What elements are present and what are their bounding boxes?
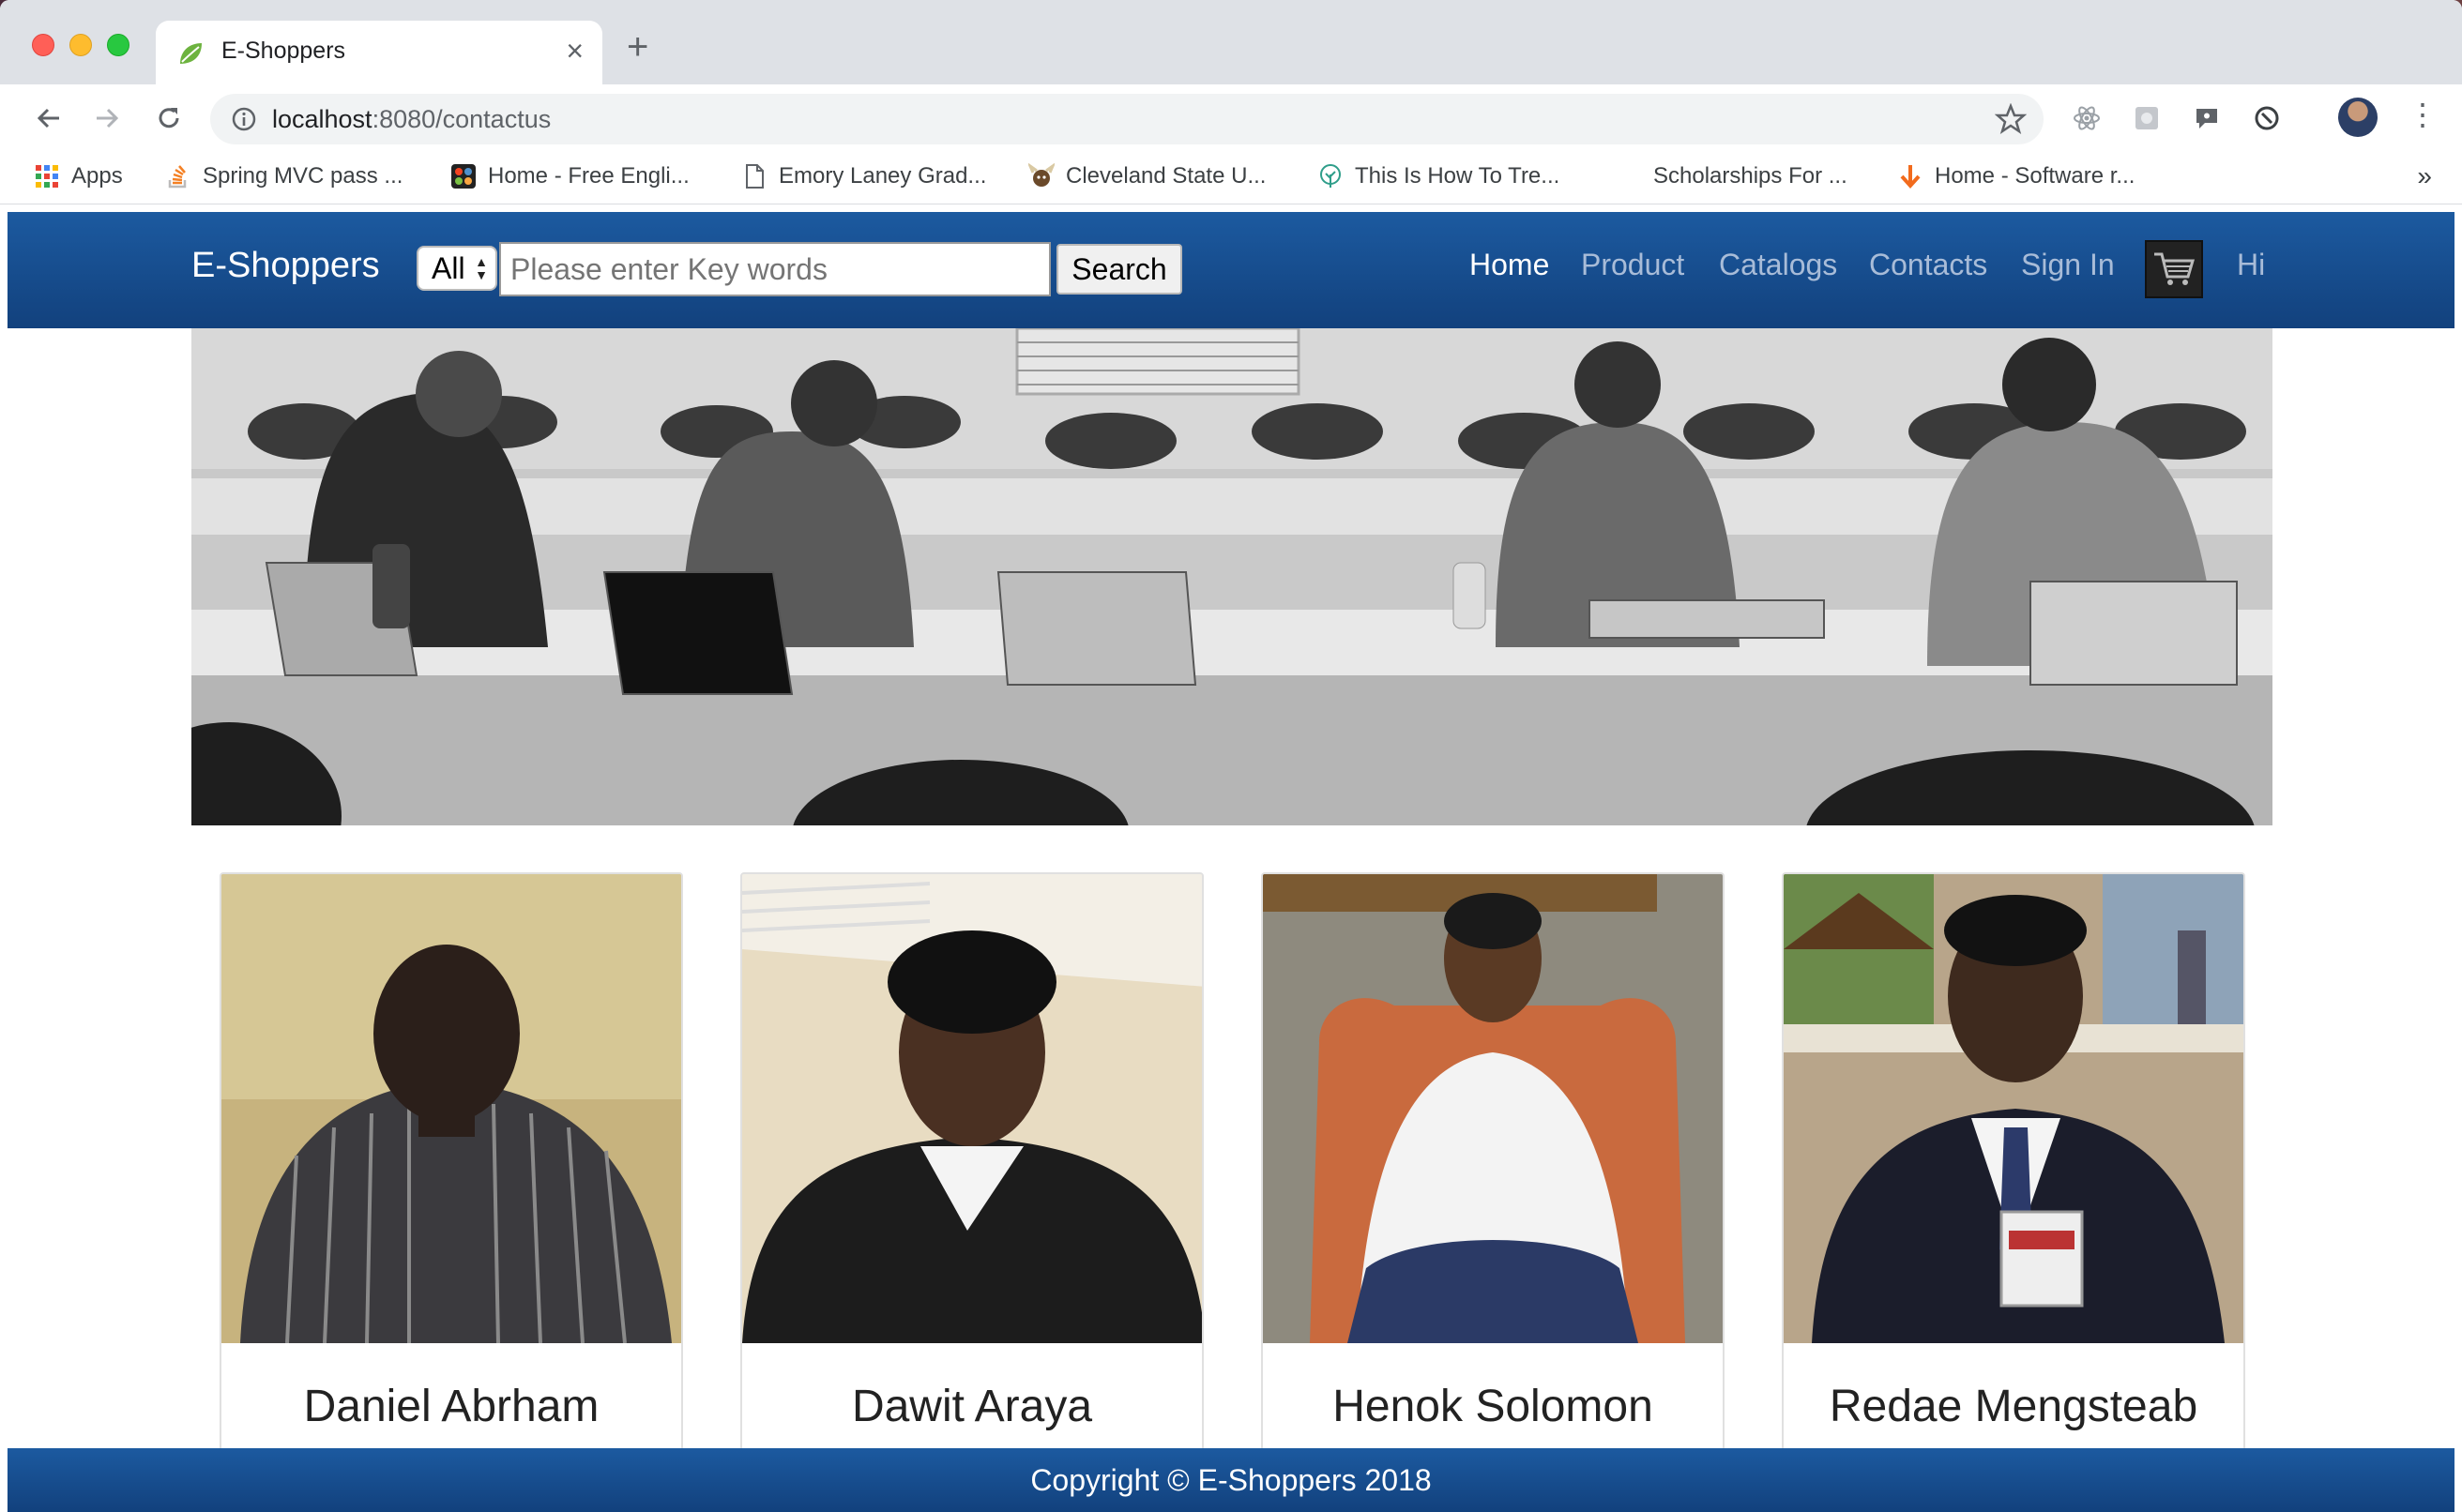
- stackoverflow-icon: [168, 165, 187, 189]
- team-classroom-photo: [191, 328, 2272, 825]
- reload-button[interactable]: [146, 96, 191, 141]
- reload-icon: [159, 108, 179, 129]
- tree-icon: [1320, 164, 1341, 188]
- brand-logo[interactable]: E-Shoppers: [191, 246, 380, 286]
- extension-puzzle-icon[interactable]: [2130, 101, 2164, 135]
- bookmark-label: Apps: [71, 163, 123, 189]
- profile-avatar[interactable]: [2338, 98, 2378, 137]
- minimize-window-button[interactable]: [69, 34, 92, 56]
- category-selected: All: [432, 251, 465, 285]
- bookmark-label: Scholarships For ...: [1653, 163, 1847, 189]
- viking-icon: [1028, 163, 1055, 187]
- bookmark-apps[interactable]: Apps: [34, 163, 123, 189]
- search-input[interactable]: [499, 242, 1051, 296]
- bookmark-star-icon[interactable]: [1995, 103, 2027, 135]
- shopping-cart-icon: [2154, 252, 2196, 285]
- close-tab-icon[interactable]: ×: [566, 34, 584, 68]
- browser-menu-icon[interactable]: ⋮: [2408, 99, 2438, 129]
- forward-button[interactable]: [84, 96, 129, 141]
- browser-toolbar: localhost:8080/contactus ⋮: [0, 84, 2462, 152]
- tab-strip: E-Shoppers × +: [0, 0, 2462, 84]
- new-tab-button[interactable]: +: [627, 28, 648, 66]
- member-photo: [1263, 874, 1723, 1343]
- category-select[interactable]: All ▲ ▼: [417, 246, 497, 291]
- joomla-icon: [451, 164, 476, 189]
- cart-button[interactable]: [2145, 240, 2203, 298]
- url-text[interactable]: localhost:8080/contactus: [272, 105, 551, 134]
- document-icon: [746, 164, 764, 189]
- nav-link-contacts[interactable]: Contacts: [1869, 248, 1987, 282]
- bookmark-emory-laney[interactable]: Emory Laney Grad...: [741, 163, 986, 189]
- member-photo: [742, 874, 1202, 1343]
- chat-extension-icon[interactable]: [2190, 101, 2224, 135]
- search-button[interactable]: Search: [1056, 244, 1182, 295]
- member-name: Henok Solomon: [1332, 1382, 1653, 1431]
- tab-e-shoppers[interactable]: E-Shoppers ×: [156, 21, 602, 84]
- team-card: Dawit Araya: [740, 872, 1204, 1512]
- bookmark-label: Cleveland State U...: [1066, 163, 1267, 189]
- forward-arrow-icon: [97, 108, 119, 129]
- bookmark-label: Spring MVC pass ...: [203, 163, 403, 189]
- nav-link-product[interactable]: Product: [1581, 248, 1684, 282]
- team-cards: Daniel Abrham Dawit Araya Henok Solomon …: [220, 872, 2284, 1512]
- nav-link-home[interactable]: Home: [1469, 248, 1549, 282]
- bookmark-cleveland-state[interactable]: Cleveland State U...: [1028, 163, 1266, 189]
- team-card: Redae Mengsteab: [1782, 872, 2245, 1512]
- react-devtools-icon[interactable]: [2070, 101, 2104, 135]
- close-window-button[interactable]: [32, 34, 54, 56]
- select-arrows-icon: ▲ ▼: [475, 254, 488, 282]
- maximize-window-button[interactable]: [107, 34, 129, 56]
- back-arrow-icon: [37, 108, 59, 129]
- address-bar[interactable]: localhost:8080/contactus: [210, 94, 2044, 144]
- info-icon[interactable]: [231, 106, 257, 132]
- team-card: Daniel Abrham: [220, 872, 683, 1512]
- member-name: Dawit Araya: [851, 1382, 1093, 1431]
- more-bookmarks-icon[interactable]: »: [2417, 161, 2432, 191]
- copyright-text: Copyright © E-Shoppers 2018: [1030, 1463, 1432, 1497]
- spring-leaf-icon: [180, 43, 202, 64]
- bookmarks-bar: Apps Spring MVC pass ... Home - Free Eng…: [0, 152, 2462, 204]
- sync-extension-icon[interactable]: [2250, 101, 2284, 135]
- team-photo-banner: [191, 328, 2272, 825]
- bookmark-home-software[interactable]: Home - Software r...: [1897, 163, 2135, 189]
- team-card: Henok Solomon: [1261, 872, 1725, 1512]
- site-footer: Copyright © E-Shoppers 2018: [8, 1448, 2454, 1512]
- bookmark-label: Emory Laney Grad...: [779, 163, 987, 189]
- down-arrow-icon: [1900, 165, 1921, 189]
- member-name: Redae Mengsteab: [1829, 1382, 2198, 1431]
- browser-window: E-Shoppers × + localhost:8080/contactus: [0, 0, 2462, 1512]
- tab-title: E-Shoppers: [221, 38, 346, 64]
- bookmark-how-to-tree[interactable]: This Is How To Tre...: [1317, 163, 1559, 189]
- bookmark-spring-mvc[interactable]: Spring MVC pass ...: [165, 163, 403, 189]
- bookmark-label: Home - Free Engli...: [488, 163, 690, 189]
- bookmark-label: This Is How To Tre...: [1355, 163, 1560, 189]
- bookmark-free-english[interactable]: Home - Free Engli...: [450, 163, 690, 189]
- member-name: Daniel Abrham: [303, 1382, 600, 1431]
- bookmark-scholarships[interactable]: Scholarships For ...: [1653, 163, 1847, 189]
- greeting-text: Hi: [2237, 248, 2266, 281]
- bookmark-label: Home - Software r...: [1935, 163, 2135, 189]
- nav-link-sign-in[interactable]: Sign In: [2021, 248, 2115, 282]
- site-navbar: E-Shoppers All ▲▼ Search Home Product Ca…: [8, 212, 2454, 328]
- member-photo: [221, 874, 681, 1343]
- member-photo: [1784, 874, 2243, 1343]
- back-button[interactable]: [26, 96, 71, 141]
- web-page: E-Shoppers All ▲▼ Search Home Product Ca…: [8, 212, 2454, 1512]
- apps-grid-icon: [36, 165, 58, 188]
- nav-link-catalogs[interactable]: Catalogs: [1719, 248, 1837, 282]
